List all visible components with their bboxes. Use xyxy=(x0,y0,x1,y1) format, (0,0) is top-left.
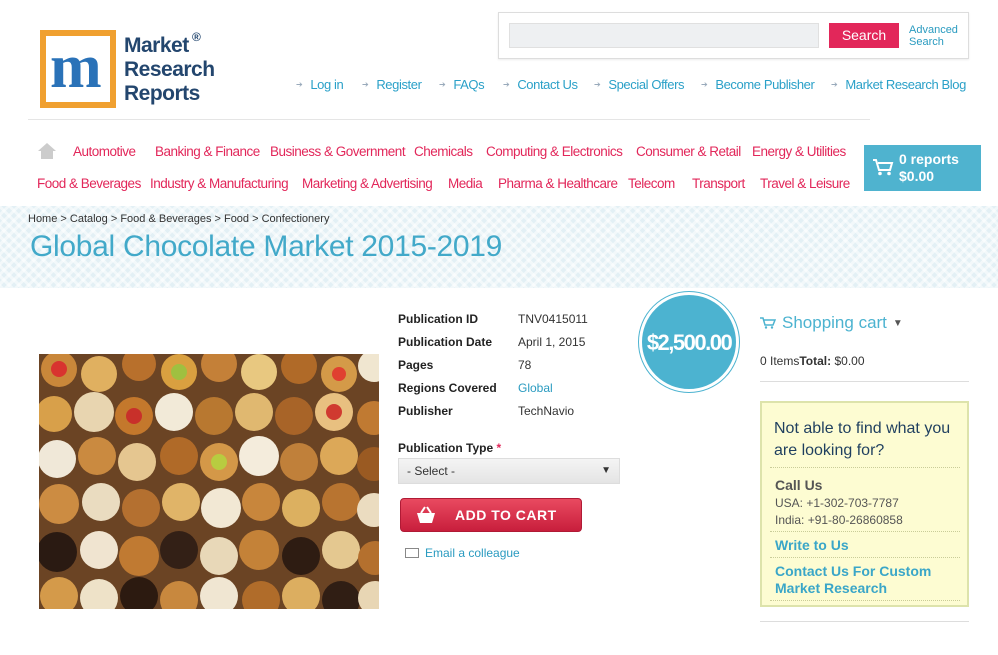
write-to-us-link[interactable]: Write to Us xyxy=(775,537,960,554)
pastries-image xyxy=(39,354,379,609)
registered-mark: ® xyxy=(192,30,201,44)
blog-link[interactable]: Market Research Blog xyxy=(831,77,966,92)
nav-computing-electronics[interactable]: Computing & Electronics xyxy=(486,144,623,159)
phone-usa: USA: +1-302-703-7787 xyxy=(775,496,899,510)
nav-marketing-advertising[interactable]: Marketing & Advertising xyxy=(302,176,433,191)
special-offers-link[interactable]: Special Offers xyxy=(594,77,684,92)
dropdown-arrow-icon: ▼ xyxy=(601,465,611,476)
nav-banking-finance[interactable]: Banking & Finance xyxy=(155,144,260,159)
breadcrumb[interactable]: Home > Catalog > Food & Beverages > Food… xyxy=(28,213,329,225)
nav-transport[interactable]: Transport xyxy=(692,176,745,191)
faqs-link[interactable]: FAQs xyxy=(439,77,484,92)
help-question: Not able to find what you are looking fo… xyxy=(774,420,951,459)
cart-icon xyxy=(873,159,894,176)
cart-small-icon xyxy=(760,317,776,329)
become-publisher-link[interactable]: Become Publisher xyxy=(701,77,815,92)
nav-pharma-healthcare[interactable]: Pharma & Healthcare xyxy=(498,176,618,191)
header-divider xyxy=(28,119,870,120)
help-box: Not able to find what you are looking fo… xyxy=(760,401,969,607)
page-title: Global Chocolate Market 2015-2019 xyxy=(30,230,503,263)
nav-industry-manufacturing[interactable]: Industry & Manufacturing xyxy=(150,176,289,191)
logo-mark: m xyxy=(40,30,116,108)
nav-energy-utilities[interactable]: Energy & Utilities xyxy=(752,144,846,159)
divider xyxy=(760,621,969,622)
login-link[interactable]: Log in xyxy=(296,77,343,92)
nav-chemicals[interactable]: Chemicals xyxy=(414,144,473,159)
search-button[interactable]: Search xyxy=(829,23,899,48)
divider xyxy=(760,381,969,382)
custom-research-link[interactable]: Contact Us For Custom Market Research xyxy=(775,563,960,597)
cart-reports: 0 reports xyxy=(899,151,959,167)
chevron-down-icon: ▼ xyxy=(892,318,903,329)
title-banner: Home > Catalog > Food & Beverages > Food… xyxy=(0,206,998,288)
search-box: Search Advanced Search xyxy=(498,12,969,59)
price-badge: $2,500.00 xyxy=(639,292,739,392)
category-nav: Automotive Banking & Finance Business & … xyxy=(0,140,860,200)
cart-summary: 0 ItemsTotal: $0.00 xyxy=(760,354,865,368)
nav-travel-leisure[interactable]: Travel & Leisure xyxy=(760,176,850,191)
nav-automotive[interactable]: Automotive xyxy=(73,144,136,159)
add-to-cart-button[interactable]: ADD TO CART xyxy=(400,498,582,532)
nav-food-beverages[interactable]: Food & Beverages xyxy=(37,176,141,191)
cart-total: $0.00 xyxy=(899,168,935,184)
nav-consumer-retail[interactable]: Consumer & Retail xyxy=(636,144,741,159)
email-colleague-link[interactable]: Email a colleague xyxy=(405,546,520,560)
nav-telecom[interactable]: Telecom xyxy=(628,176,675,191)
basket-icon xyxy=(417,506,435,523)
call-us-heading: Call Us xyxy=(775,477,823,493)
top-links: Log in Register FAQs Contact Us Special … xyxy=(296,77,976,95)
publication-type-label: Publication Type * xyxy=(398,441,502,455)
advanced-search-link[interactable]: Advanced Search xyxy=(909,24,965,48)
product-image xyxy=(39,354,379,609)
contact-us-link[interactable]: Contact Us xyxy=(503,77,578,92)
site-logo[interactable]: m Market Research Reports ® xyxy=(40,30,215,110)
search-input[interactable] xyxy=(509,23,819,48)
logo-text: Market Research Reports xyxy=(124,34,215,105)
region-link[interactable]: Global xyxy=(518,381,553,395)
publication-type-select[interactable]: - Select - ▼ xyxy=(398,458,620,484)
register-link[interactable]: Register xyxy=(362,77,422,92)
nav-media[interactable]: Media xyxy=(448,176,483,191)
phone-india: India: +91-80-26860858 xyxy=(775,513,903,527)
shopping-cart-toggle[interactable]: Shopping cart ▼ xyxy=(760,313,903,333)
nav-business-government[interactable]: Business & Government xyxy=(270,144,406,159)
header-cart[interactable]: 0 reports $0.00 xyxy=(864,145,981,191)
envelope-icon xyxy=(405,548,419,558)
